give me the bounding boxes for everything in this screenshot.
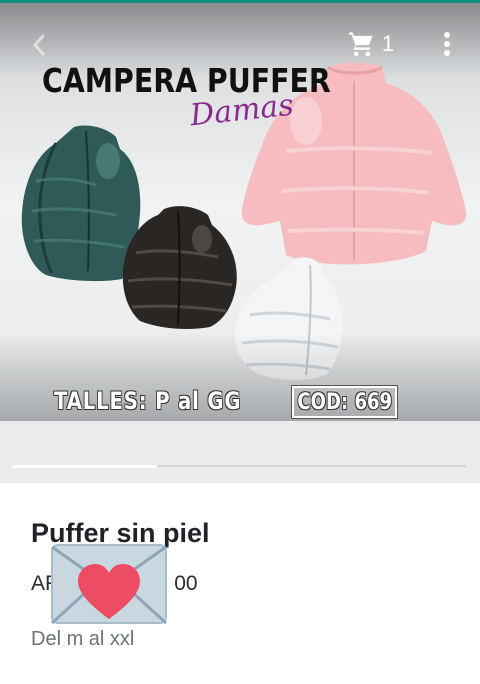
product-description: Del m al xxl	[31, 628, 135, 650]
code-badge: COD: 669	[291, 385, 398, 419]
code-text: COD: 669	[297, 389, 392, 415]
chevron-left-icon	[32, 34, 45, 56]
gallery-progress-fill	[12, 464, 158, 468]
cart-button[interactable]: 1	[340, 26, 402, 62]
envelope-heart-icon	[50, 544, 168, 625]
vertical-dots-icon	[444, 32, 450, 56]
gallery-strip	[0, 421, 480, 483]
sizes-text: TALLES: P al GG	[54, 387, 242, 415]
price-suffix: 00	[174, 572, 198, 595]
back-button[interactable]	[22, 28, 56, 62]
cart-count: 1	[381, 31, 395, 56]
shopping-cart-icon	[349, 32, 373, 57]
black-jacket-image	[122, 206, 237, 329]
product-image[interactable]: CAMPERA PUFFER Damas TALLES: P al GG COD…	[0, 3, 480, 421]
more-options-button[interactable]	[432, 26, 462, 62]
gallery-progress-track	[12, 464, 466, 468]
